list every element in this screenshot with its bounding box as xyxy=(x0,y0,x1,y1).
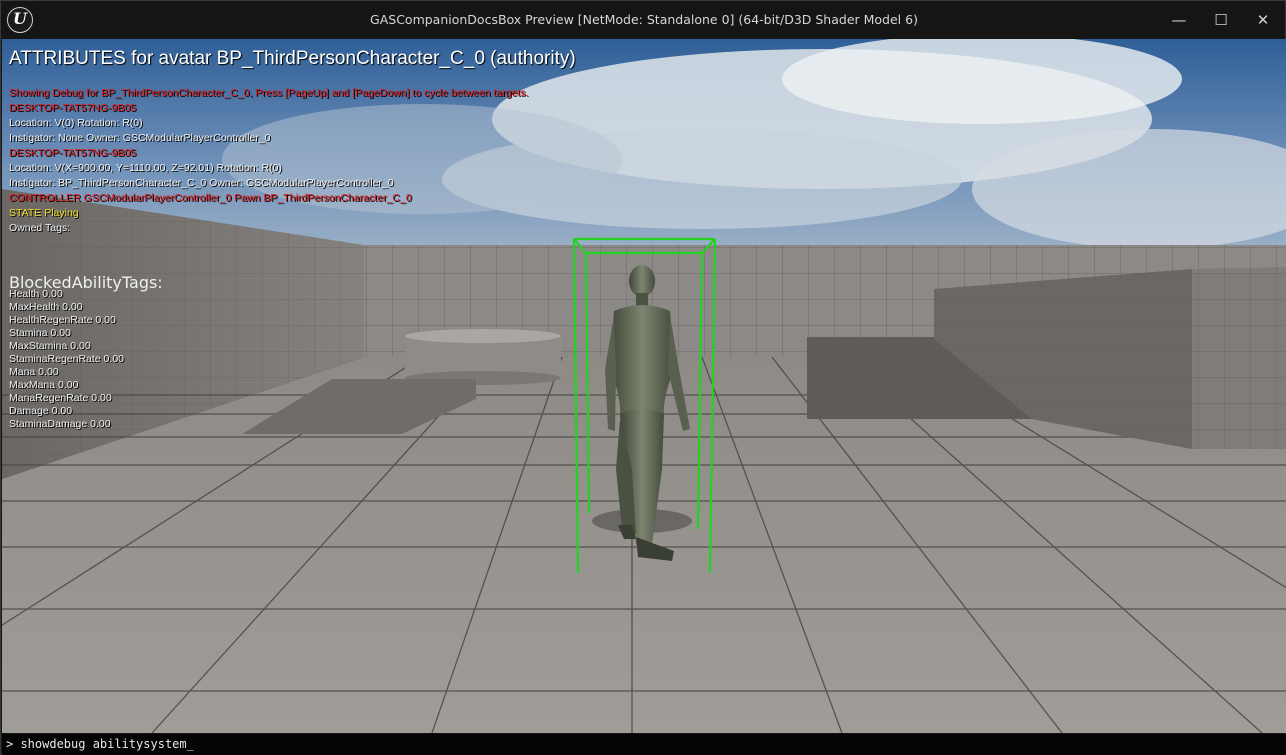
attribute-line: Stamina 0.00 xyxy=(9,327,71,339)
title-bar[interactable]: U GASCompanionDocsBox Preview [NetMode: … xyxy=(1,1,1285,39)
window-title: GASCompanionDocsBox Preview [NetMode: St… xyxy=(370,12,918,27)
attribute-line: Damage 0.00 xyxy=(9,405,73,417)
debug-line: CONTROLLER GSCModularPlayerController_0 … xyxy=(9,192,412,204)
attribute-line: StaminaRegenRate 0.00 xyxy=(9,353,124,365)
debug-line: DESKTOP-TAT57NG-9B05 xyxy=(9,147,137,159)
attribute-line: MaxMana 0.00 xyxy=(9,379,79,391)
attribute-line: ManaRegenRate 0.00 xyxy=(9,392,112,404)
debug-line: Instigator: None Owner: GSCModularPlayer… xyxy=(9,132,271,144)
attribute-line: Mana 0.00 xyxy=(9,366,59,378)
debug-line: Location: V(0) Rotation: R(0) xyxy=(9,117,143,129)
attribute-line: MaxStamina 0.00 xyxy=(9,340,91,352)
debug-line: DESKTOP-TAT57NG-9B05 xyxy=(9,102,137,114)
attribute-line: HealthRegenRate 0.00 xyxy=(9,314,116,326)
close-icon: ✕ xyxy=(1256,11,1270,29)
attribute-line: MaxHealth 0.00 xyxy=(9,301,83,313)
console-command-text: > showdebug abilitysystem_ xyxy=(6,737,194,751)
debug-line: Owned Tags: xyxy=(9,222,71,234)
debug-line: Showing Debug for BP_ThirdPersonCharacte… xyxy=(9,87,529,99)
debug-line: Location: V(X=900.00, Y=1110.00, Z=92.01… xyxy=(9,162,282,174)
debug-line: Instigator: BP_ThirdPersonCharacter_C_0 … xyxy=(9,177,394,189)
game-viewport[interactable]: ATTRIBUTES for avatar BP_ThirdPersonChar… xyxy=(2,39,1286,733)
close-button[interactable]: ✕ xyxy=(1242,1,1284,39)
attributes-header: ATTRIBUTES for avatar BP_ThirdPersonChar… xyxy=(9,48,576,69)
minimize-icon: — xyxy=(1171,11,1187,29)
console-input[interactable]: > showdebug abilitysystem_ xyxy=(2,734,1286,755)
maximize-icon: ☐ xyxy=(1214,11,1228,29)
debug-line: STATE Playing xyxy=(9,207,79,219)
attribute-line: Health 0.00 xyxy=(9,288,63,300)
minimize-button[interactable]: — xyxy=(1158,1,1200,39)
maximize-button[interactable]: ☐ xyxy=(1200,1,1242,39)
game-window: U GASCompanionDocsBox Preview [NetMode: … xyxy=(0,0,1286,755)
attribute-line: StaminaDamage 0.00 xyxy=(9,418,111,430)
